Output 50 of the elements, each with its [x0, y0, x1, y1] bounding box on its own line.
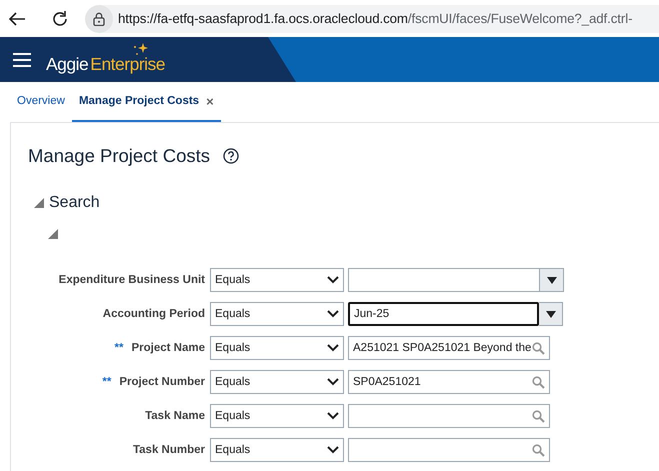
tab[interactable]: Overview: [10, 82, 72, 122]
field-label: Project Number: [119, 376, 205, 388]
field-label: Task Name: [145, 410, 205, 422]
back-icon[interactable]: [8, 10, 26, 26]
operator-dropdown[interactable]: Equals: [210, 268, 344, 292]
required-mark: **: [114, 342, 124, 354]
search-field[interactable]: [348, 438, 550, 462]
triangle-down-icon: [546, 276, 556, 284]
search-icon[interactable]: [532, 342, 545, 354]
field-label: Accounting Period: [102, 308, 205, 320]
operator-dropdown[interactable]: Equals: [210, 302, 344, 326]
dropdown-button[interactable]: [540, 268, 564, 292]
address-bar[interactable]: https://fa-etfq-saasfaprod1.fa.ocs.oraclecloud.com/fscmUI/faces/FuseWelcome?_adf.ctrl-: [85, 4, 659, 32]
help-icon[interactable]: [223, 148, 240, 164]
brand-logo: AggieEnterprise: [46, 52, 166, 74]
field-label: Project Name: [131, 342, 205, 354]
lock-icon[interactable]: [93, 12, 105, 26]
chevron-down-icon: [327, 412, 339, 420]
page-title: Manage Project Costs: [28, 145, 210, 167]
collapse-icon[interactable]: [48, 229, 58, 239]
chevron-down-icon: [327, 310, 339, 318]
operator-dropdown[interactable]: Equals: [210, 370, 344, 394]
collapse-icon[interactable]: [34, 198, 44, 208]
close-icon[interactable]: ×: [206, 94, 214, 108]
chevron-down-icon: [327, 446, 339, 454]
chevron-down-icon: [327, 276, 339, 284]
search-icon[interactable]: [532, 444, 545, 456]
reload-icon[interactable]: [51, 10, 69, 28]
operator-dropdown[interactable]: Equals: [210, 336, 344, 360]
operator-dropdown[interactable]: Equals: [210, 404, 344, 428]
required-mark: **: [102, 376, 112, 388]
dropdown-button[interactable]: [539, 302, 563, 326]
value-field[interactable]: Jun-25: [348, 302, 539, 326]
search-field[interactable]: A251021 SP0A251021 Beyond the: [348, 336, 550, 360]
search-icon[interactable]: [532, 410, 545, 422]
value-field[interactable]: [348, 268, 540, 292]
field-label: Task Number: [132, 444, 205, 456]
field-label: Expenditure Business Unit: [58, 274, 205, 286]
search-icon[interactable]: [532, 376, 545, 388]
section-heading[interactable]: Search: [49, 194, 100, 212]
search-field[interactable]: SP0A251021: [348, 370, 550, 394]
url-text: https://fa-etfq-saasfaprod1.fa.ocs.oraclecloud.com/fscmUI/faces/FuseWelcome?_adf.ctrl-: [118, 11, 632, 26]
tab[interactable]: Manage Project Costs ×: [72, 82, 221, 122]
chevron-down-icon: [327, 344, 339, 352]
triangle-down-icon: [546, 310, 556, 318]
chevron-down-icon: [327, 378, 339, 386]
operator-dropdown[interactable]: Equals: [210, 438, 344, 462]
menu-icon[interactable]: [13, 52, 31, 66]
sparkle-icon: [132, 42, 150, 56]
search-field[interactable]: [348, 404, 550, 428]
